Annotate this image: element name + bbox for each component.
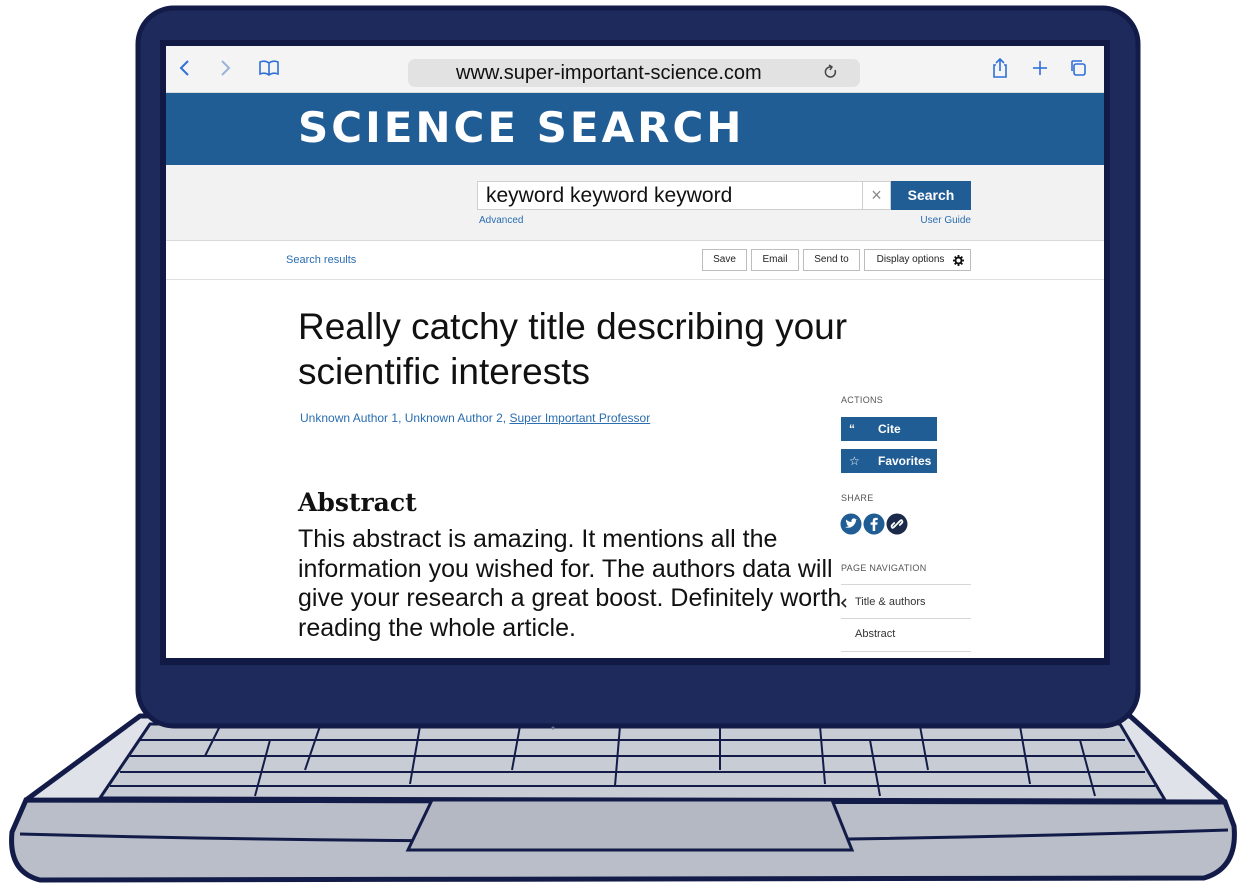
quote-icon: “ [849,422,855,436]
search-button[interactable]: Search [891,181,971,210]
address-bar[interactable]: www.super-important-science.com [408,59,860,87]
nav-divider [841,584,971,585]
email-button[interactable]: Email [751,249,799,271]
facebook-icon[interactable] [863,513,885,535]
author-link[interactable]: Unknown Author 2 [405,411,503,425]
clear-search-button[interactable]: × [863,181,891,210]
bookmarks-icon[interactable] [258,55,280,81]
star-icon: ☆ [849,454,860,468]
page-navigation-label: PAGE NAVIGATION [841,563,927,573]
share-label: SHARE [841,493,874,503]
author-link[interactable]: Super Important Professor [509,411,650,425]
site-title[interactable]: SCIENCE SEARCH [298,103,744,152]
link-icon[interactable] [886,513,908,535]
site-header: SCIENCE SEARCH [166,93,1104,165]
twitter-icon[interactable] [840,513,862,535]
article-title: Really catchy title describing your scie… [298,306,848,392]
browser-toolbar: www.super-important-science.com [166,46,1104,93]
search-band: keyword keyword keyword × Search Advance… [166,165,1104,241]
gear-icon [953,255,964,266]
nav-item-abstract[interactable]: Abstract [855,628,895,640]
abstract-heading: Abstract [298,488,417,517]
share-icon[interactable] [991,55,1009,81]
send-to-button[interactable]: Send to [803,249,860,271]
advanced-search-link[interactable]: Advanced [479,215,523,226]
display-options-label: Display options [876,254,945,265]
nav-divider [841,618,971,619]
cite-label: Cite [878,422,901,436]
user-guide-link[interactable]: User Guide [920,215,971,226]
save-button[interactable]: Save [702,249,747,271]
tabs-icon[interactable] [1069,55,1089,81]
reload-icon[interactable] [824,64,838,85]
forward-icon[interactable] [218,55,232,81]
results-bar: Search results Save Email Send to Displa… [166,241,1104,280]
actions-label: ACTIONS [841,395,884,405]
back-icon[interactable] [178,55,192,81]
search-input[interactable]: keyword keyword keyword [477,181,863,210]
cite-button[interactable]: “ Cite [841,417,937,441]
search-results-link[interactable]: Search results [286,254,356,266]
author-separator: , [398,411,405,425]
display-options-button[interactable]: Display options [864,249,971,271]
nav-item-label: Title & authors [855,596,926,608]
favorites-label: Favorites [878,454,932,468]
favorites-button[interactable]: ☆ Favorites [841,449,937,473]
browser-screen: www.super-important-science.com SCIENCE … [166,46,1104,658]
author-list: Unknown Author 1, Unknown Author 2, Supe… [300,411,650,425]
new-tab-icon[interactable] [1030,55,1050,81]
abstract-text: This abstract is amazing. It mentions al… [298,525,842,642]
url-text: www.super-important-science.com [456,62,762,84]
author-link[interactable]: Unknown Author 1 [300,411,398,425]
chevron-left-icon [841,598,847,608]
nav-divider [841,651,971,652]
